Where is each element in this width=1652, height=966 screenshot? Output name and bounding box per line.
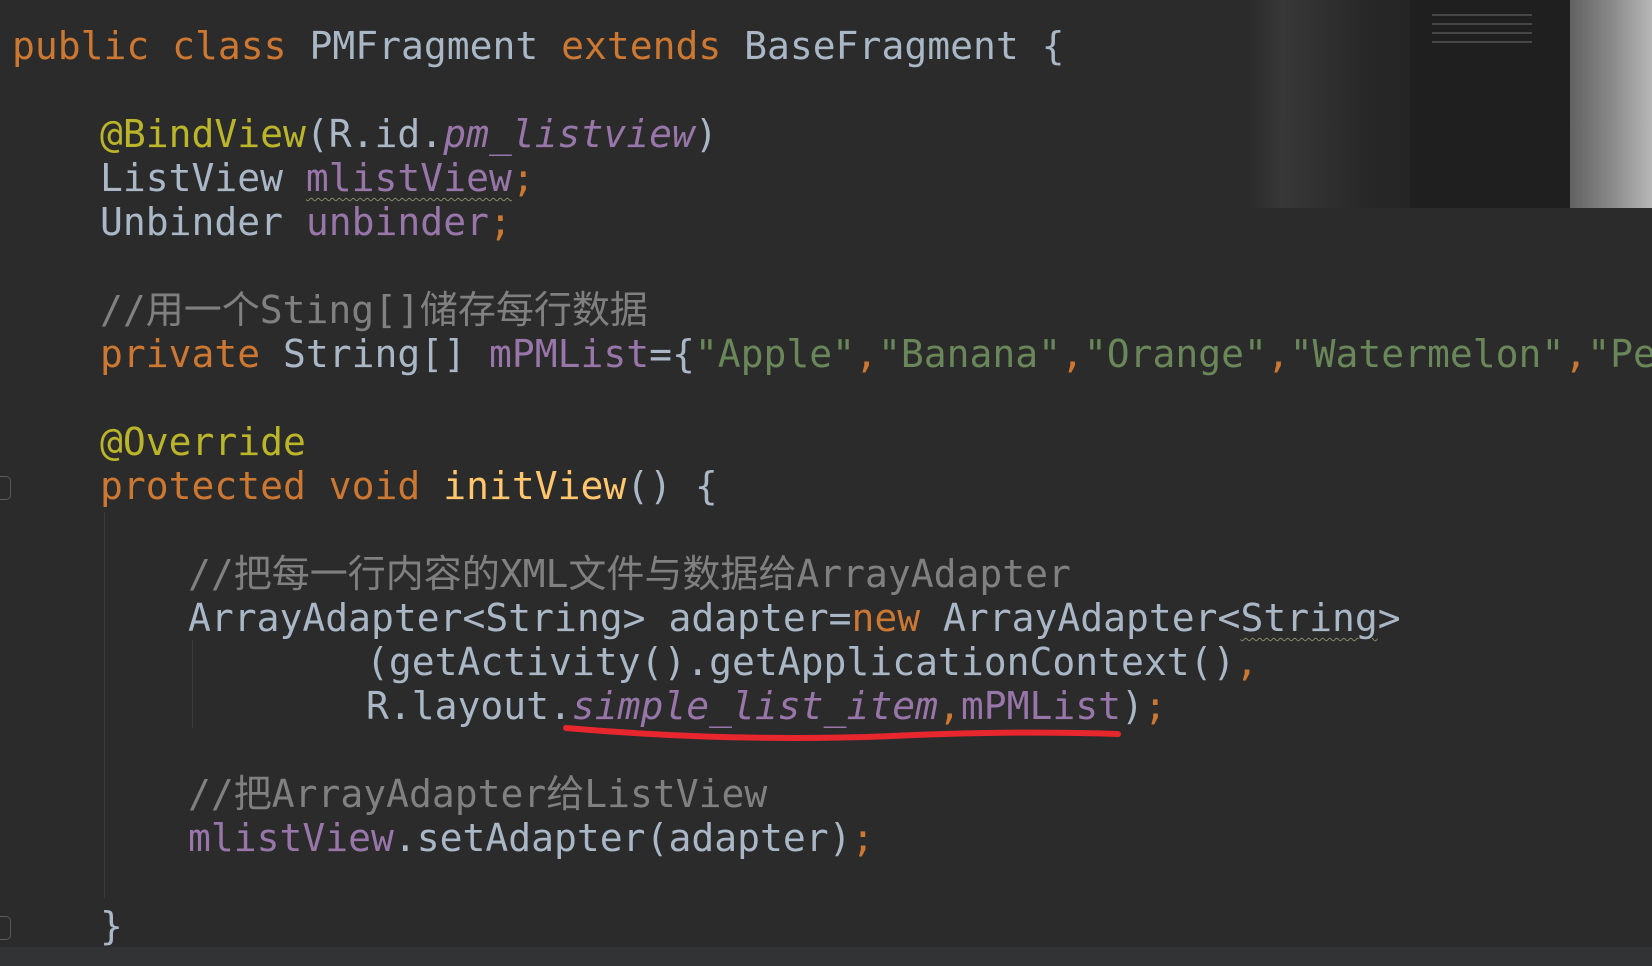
warning-squiggle: String (1240, 596, 1378, 640)
brace: } (100, 904, 123, 948)
code-line-unbinder-field[interactable]: Unbinder unbinder; (100, 200, 512, 244)
keyword: void (328, 464, 421, 508)
fold-marker-icon[interactable] (0, 916, 11, 940)
constructor-name: ArrayAdapter< (943, 596, 1241, 640)
code-token: ) (1121, 684, 1144, 728)
field-reference: mlistView (188, 816, 394, 860)
indent-guide (192, 640, 193, 728)
code-token: > (1377, 596, 1401, 640)
annotation: @Override (100, 420, 306, 464)
red-underline-annotation (563, 725, 1121, 741)
code-line-class-declaration[interactable]: public class PMFragment extends BaseFrag… (12, 24, 1065, 68)
comma: , (1266, 332, 1290, 376)
code-line-comment[interactable]: //把每一行内容的XML文件与数据给ArrayAdapter (188, 552, 1071, 596)
code-token: () { (626, 464, 718, 508)
code-line-comment[interactable]: //用一个Sting[]储存每行数据 (100, 288, 648, 332)
semicolon: ; (851, 816, 875, 860)
annotation: @BindView (100, 112, 306, 156)
semicolon: ; (488, 200, 512, 244)
editor-bottom-bar (0, 947, 1652, 966)
method-call: .setAdapter(adapter) (393, 816, 852, 860)
code-token: (R.id. (305, 112, 444, 156)
string-literal: "Watermelon" (1289, 332, 1565, 376)
code-line-listview-field[interactable]: ListView mlistView; (100, 156, 535, 200)
method-call: (getActivity().getApplicationContext() (366, 640, 1236, 684)
thumbnail-caption-lines (1432, 14, 1532, 46)
string-literal: "Banana" (877, 332, 1061, 376)
type-name: ListView (100, 156, 284, 200)
comment: //把每一行内容的XML文件与数据给ArrayAdapter (188, 552, 1071, 596)
comma: , (1564, 332, 1588, 376)
code-token: ={ (649, 332, 695, 376)
indent-guide (104, 512, 105, 898)
semicolon: ; (511, 156, 535, 200)
variable-assignment: adapter= (668, 596, 852, 640)
comma: , (1060, 332, 1084, 376)
comment: //把ArrayAdapter给ListView (188, 772, 768, 816)
field-name: mPMList (488, 332, 650, 376)
type-name: ArrayAdapter<String> (188, 596, 646, 640)
keyword: extends (561, 24, 722, 68)
code-token: ) (694, 112, 718, 156)
type-name: Unbinder (100, 200, 284, 244)
type-name: String[] (283, 332, 467, 376)
comma: , (1235, 640, 1259, 684)
fold-marker-icon[interactable] (0, 476, 11, 500)
keyword: class (172, 24, 287, 68)
field-name: unbinder (305, 200, 489, 244)
code-line-method-close[interactable]: } (100, 904, 123, 948)
string-literal: "Pear" (1587, 332, 1652, 376)
code-token: R.layout. (366, 684, 572, 728)
class-name: PMFragment (309, 24, 539, 68)
keyword: new (851, 596, 921, 640)
semicolon: ; (1143, 684, 1167, 728)
comment: //用一个Sting[]储存每行数据 (100, 288, 648, 332)
keyword: private (100, 332, 261, 376)
superclass-name: BaseFragment (744, 24, 1019, 68)
field-name: mlistView (306, 156, 512, 200)
code-line-array-declaration[interactable]: private String[] mPMList={"Apple","Banan… (100, 332, 1652, 376)
resource-id: pm_listview (443, 112, 695, 156)
code-line-comment[interactable]: //把ArrayAdapter给ListView (188, 772, 767, 816)
keyword: public (12, 24, 150, 68)
string-literal: "Orange" (1083, 332, 1267, 376)
code-line-override-annotation[interactable]: @Override (100, 420, 306, 464)
string-literal: "Apple" (694, 332, 856, 376)
code-line-method-declaration[interactable]: protected void initView() { (100, 464, 718, 508)
code-line-set-adapter[interactable]: mlistView.setAdapter(adapter); (188, 816, 874, 860)
background-thumbnail-image (1250, 0, 1652, 208)
code-line-bindview-annotation[interactable]: @BindView(R.id.pm_listview) (100, 112, 718, 156)
brace: { (1041, 24, 1065, 68)
code-editor[interactable]: public class PMFragment extends BaseFrag… (0, 0, 1652, 966)
code-line-adapter-declaration[interactable]: ArrayAdapter<String> adapter=new ArrayAd… (188, 596, 1401, 640)
code-line-context-argument[interactable]: (getActivity().getApplicationContext(), (366, 640, 1258, 684)
comma: , (855, 332, 878, 376)
method-name: initView (443, 464, 627, 508)
warning-squiggle: mlistView (305, 156, 512, 200)
keyword: protected (100, 464, 306, 508)
